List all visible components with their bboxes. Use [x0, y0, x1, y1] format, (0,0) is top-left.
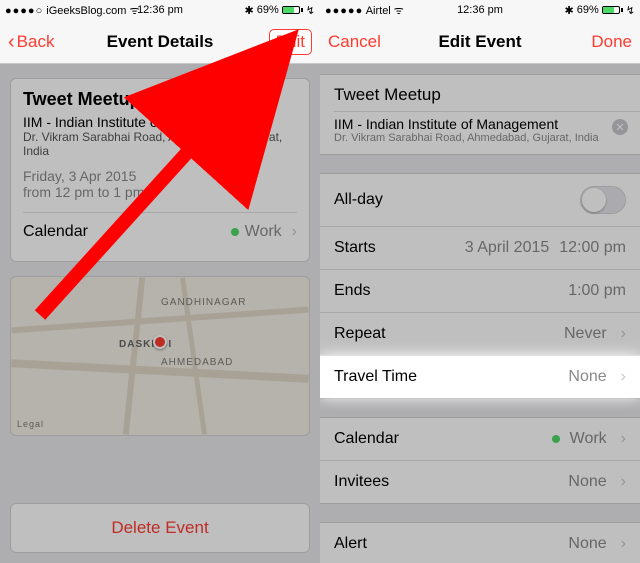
event-date: Friday, 3 Apr 2015: [23, 168, 297, 184]
back-button[interactable]: ‹Back: [8, 32, 54, 52]
chevron-right-icon: ›: [621, 325, 626, 343]
alert-value: None: [568, 535, 606, 553]
map-city-3: AHMEDABAD: [161, 357, 233, 368]
repeat-row[interactable]: Repeat Never ›: [320, 312, 640, 355]
chevron-right-icon: ›: [621, 430, 626, 448]
starts-time: 12:00 pm: [559, 239, 626, 257]
chevron-right-icon: ›: [621, 368, 626, 386]
event-card: Tweet Meetup IIM - Indian Institute of M…: [10, 78, 310, 262]
chevron-left-icon: ‹: [8, 32, 15, 52]
alert-row[interactable]: Alert None ›: [320, 523, 640, 563]
map-legal: Legal: [17, 419, 44, 429]
invitees-value: None: [568, 473, 606, 491]
map-pin-icon: [153, 335, 167, 349]
phone-event-details: ●●●●○ iGeeksBlog.com ᯤ 12:36 pm ✱69% ↯ ‹…: [0, 0, 320, 563]
repeat-label: Repeat: [334, 325, 386, 343]
event-location-2: Dr. Vikram Sarabhai Road, Ahmedabad, Guj…: [320, 132, 640, 154]
starts-date: 3 April 2015: [465, 239, 550, 257]
chevron-right-icon: ›: [292, 223, 297, 241]
time-section: All-day Starts 3 April 2015 12:00 pm Ends…: [320, 173, 640, 399]
chevron-right-icon: ›: [621, 473, 626, 491]
event-title-field[interactable]: Tweet Meetup: [320, 75, 640, 107]
dot-green-icon: [231, 228, 239, 236]
map-preview[interactable]: GANDHINAGAR DASKROI AHMEDABAD Legal: [10, 276, 310, 436]
status-bar: ●●●●○ iGeeksBlog.com ᯤ 12:36 pm ✱69% ↯: [0, 0, 320, 20]
event-title: Tweet Meetup: [23, 89, 297, 110]
calendar-label: Calendar: [334, 430, 399, 448]
status-time: 12:36 pm: [320, 4, 640, 16]
event-time: from 12 pm to 1 pm: [23, 184, 297, 200]
status-time: 12:36 pm: [0, 4, 320, 16]
calendar-value: Work: [570, 430, 607, 448]
map-city-1: GANDHINAGAR: [161, 297, 246, 308]
event-location-1: IIM - Indian Institute of Management: [23, 114, 297, 130]
calendar-value: Work: [245, 223, 282, 241]
ends-time: 1:00 pm: [568, 282, 626, 300]
done-button[interactable]: Done: [591, 32, 632, 52]
delete-event-button[interactable]: Delete Event: [10, 503, 310, 553]
event-location-2: Dr. Vikram Sarabhai Road, Ahmedabad, Guj…: [23, 130, 297, 158]
clear-location-icon[interactable]: ✕: [612, 119, 628, 135]
travel-time-row[interactable]: Travel Time None ›: [320, 355, 640, 398]
cancel-button[interactable]: Cancel: [328, 32, 381, 52]
allday-label: All-day: [334, 191, 383, 209]
chevron-right-icon: ›: [621, 535, 626, 553]
title-location-section: Tweet Meetup IIM - Indian Institute of M…: [320, 74, 640, 155]
starts-label: Starts: [334, 239, 376, 257]
navbar: Cancel Edit Event Done: [320, 20, 640, 64]
ends-label: Ends: [334, 282, 370, 300]
starts-row[interactable]: Starts 3 April 2015 12:00 pm: [320, 226, 640, 269]
allday-toggle[interactable]: [580, 186, 626, 214]
calendar-row[interactable]: Calendar Work ›: [23, 212, 297, 251]
repeat-value: Never: [564, 325, 607, 343]
invitees-label: Invitees: [334, 473, 389, 491]
dot-green-icon: [552, 435, 560, 443]
phone-edit-event: ●●●●● Airtel ᯤ 12:36 pm ✱69% ↯ Cancel Ed…: [320, 0, 640, 563]
ends-row[interactable]: Ends 1:00 pm: [320, 269, 640, 312]
travel-label: Travel Time: [334, 368, 417, 386]
calendar-row[interactable]: Calendar Work ›: [320, 418, 640, 460]
event-location-1[interactable]: IIM - Indian Institute of Management: [320, 116, 640, 132]
calendar-label: Calendar: [23, 223, 88, 241]
edit-button[interactable]: Edit: [269, 29, 312, 55]
invitees-row[interactable]: Invitees None ›: [320, 460, 640, 503]
travel-value: None: [568, 368, 606, 386]
navbar: ‹Back Event Details Edit: [0, 20, 320, 64]
status-bar: ●●●●● Airtel ᯤ 12:36 pm ✱69% ↯: [320, 0, 640, 20]
alert-label: Alert: [334, 535, 367, 553]
calendar-section: Calendar Work › Invitees None ›: [320, 417, 640, 504]
alert-section: Alert None› Show As ›: [320, 522, 640, 563]
allday-row: All-day: [320, 174, 640, 226]
